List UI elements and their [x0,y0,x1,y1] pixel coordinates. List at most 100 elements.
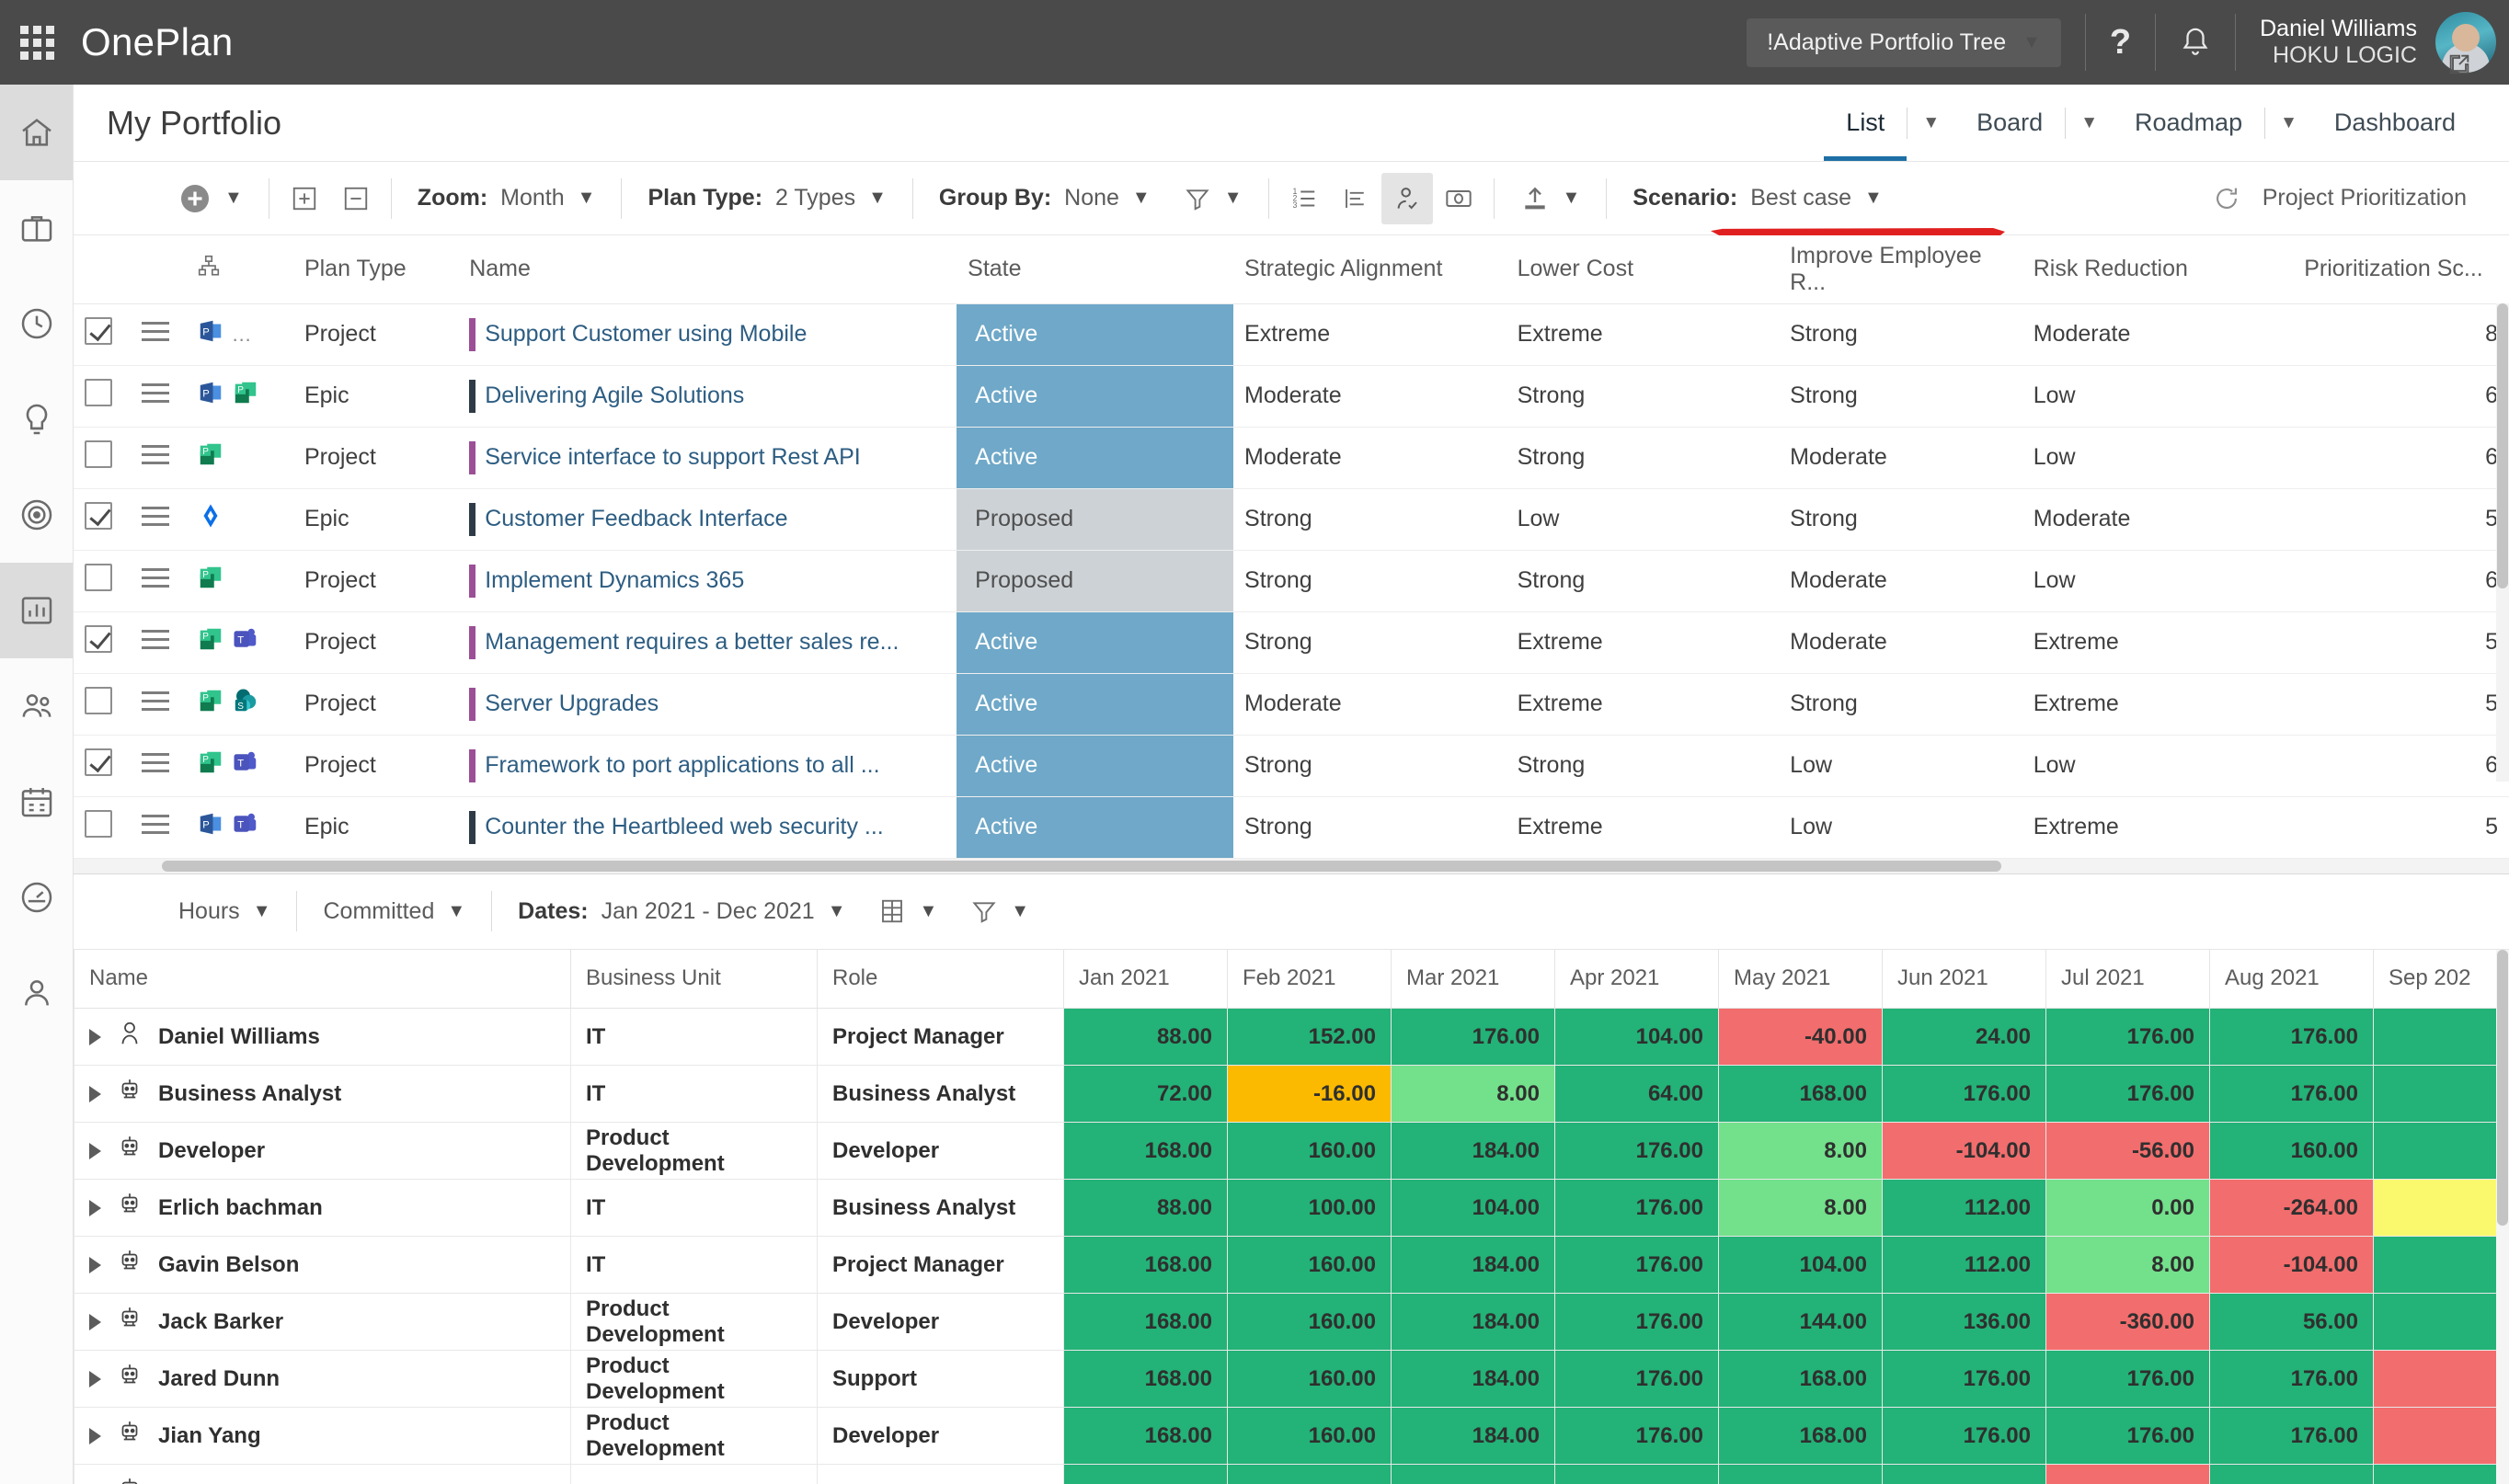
cell-resource-name[interactable]: Jack Barker [74,1293,571,1351]
tab-list[interactable]: List ▼ [1824,85,1954,161]
cell-resource-name[interactable]: Developer [74,1122,571,1180]
cell-capacity[interactable]: -104.00 [1882,1122,2046,1180]
row-menu-icon[interactable] [141,686,169,716]
col-plan-type[interactable]: Plan Type [292,235,459,304]
col-state[interactable]: State [957,235,1234,304]
col-improve-employee[interactable]: Improve Employee R... [1779,235,2022,304]
cell-name[interactable]: Counter the Heartbleed web security ... [458,796,957,859]
cell-capacity[interactable]: 104.00 [1718,1236,1883,1294]
cell-capacity[interactable]: 112.00 [1882,1179,2046,1237]
resource-row[interactable]: Developer Product Development Developer 168… [74,1122,2509,1180]
row-menu-icon[interactable] [141,563,169,593]
row-menu-icon[interactable] [141,501,169,531]
cell-capacity[interactable]: 184.00 [1391,1407,1555,1465]
row-select-cell[interactable] [74,488,131,551]
cell-capacity[interactable]: 160.00 [1227,1350,1392,1408]
cell-capacity[interactable] [1227,1464,1392,1484]
col-prioritization-score[interactable]: Prioritization Sc... [2293,235,2509,304]
row-select-cell[interactable] [74,303,131,366]
col-month[interactable]: Jan 2021 [1063,949,1228,1009]
expand-row-icon[interactable] [89,1427,101,1444]
col-month[interactable]: Apr 2021 [1554,949,1719,1009]
cell-capacity[interactable]: 64.00 [1554,1065,1719,1123]
portfolio-selector[interactable]: !Adaptive Portfolio Tree ▼ [1747,17,2061,67]
row-menu-icon[interactable] [141,809,169,839]
col-risk-reduction[interactable]: Risk Reduction [2022,235,2294,304]
cell-capacity[interactable] [2373,1293,2509,1351]
cell-name[interactable]: Implement Dynamics 365 [458,550,957,612]
resource-filter-button[interactable]: ▼ [954,897,1046,925]
plan-name-link[interactable]: Support Customer using Mobile [485,321,807,348]
expand-row-icon[interactable] [89,1142,101,1159]
row-menu-cell[interactable] [130,673,186,736]
sidebar-item-financials[interactable] [0,754,73,850]
tab-list-caret-icon[interactable]: ▼ [1907,107,1954,139]
cell-capacity[interactable]: -56.00 [2045,1122,2210,1180]
cell-capacity[interactable] [2373,1464,2509,1484]
cell-capacity[interactable]: 168.00 [1718,1350,1883,1408]
cell-capacity[interactable] [2373,1065,2509,1123]
row-checkbox[interactable] [85,440,112,468]
cell-resource-name[interactable] [74,1464,571,1484]
cell-capacity[interactable] [2373,1122,2509,1180]
row-menu-icon[interactable] [141,316,169,347]
sidebar-item-home[interactable] [0,85,73,180]
cell-capacity[interactable]: 176.00 [1554,1179,1719,1237]
col-month[interactable]: Mar 2021 [1391,949,1555,1009]
plan-name-link[interactable]: Framework to port applications to all ..… [485,752,879,779]
cell-capacity[interactable]: 176.00 [1882,1350,2046,1408]
row-checkbox[interactable] [85,810,112,838]
notifications-button[interactable] [2180,25,2211,60]
tab-roadmap-caret-icon[interactable]: ▼ [2264,107,2312,139]
cell-capacity[interactable]: 104.00 [1554,1008,1719,1066]
cell-capacity[interactable] [1554,1464,1719,1484]
tab-board-caret-icon[interactable]: ▼ [2065,107,2113,139]
plan-name-link[interactable]: Delivering Agile Solutions [485,382,744,409]
cell-name[interactable]: Support Customer using Mobile [458,303,957,366]
zoom-selector[interactable]: Zoom: Month ▼ [401,185,613,211]
row-menu-icon[interactable] [141,624,169,655]
sidebar-item-ideas[interactable] [0,371,73,467]
resource-plan-button[interactable] [1381,172,1433,224]
cell-capacity[interactable]: 176.00 [2045,1350,2210,1408]
row-select-cell[interactable] [74,427,131,489]
cell-name[interactable]: Management requires a better sales re... [458,611,957,674]
row-menu-cell[interactable] [130,427,186,489]
table-row[interactable]: P Project Implement Dynamics 365 Proposed St… [74,550,2509,612]
commitment-selector[interactable]: Committed ▼ [306,898,482,925]
row-select-cell[interactable] [74,365,131,428]
numbered-list-button[interactable]: 123 [1278,173,1330,224]
cell-capacity[interactable]: 160.00 [1227,1407,1392,1465]
cell-capacity[interactable]: 160.00 [1227,1236,1392,1294]
cell-name[interactable]: Service interface to support Rest API [458,427,957,489]
group-by-selector[interactable]: Group By: None ▼ [922,185,1167,211]
cell-capacity[interactable]: 8.00 [2045,1236,2210,1294]
resource-row[interactable] [74,1464,2509,1484]
row-menu-cell[interactable] [130,796,186,859]
row-menu-cell[interactable] [130,488,186,551]
tab-board[interactable]: Board ▼ [1954,85,2113,161]
cell-capacity[interactable]: 176.00 [1554,1236,1719,1294]
cell-capacity[interactable]: 160.00 [2209,1122,2374,1180]
cell-resource-name[interactable]: Gavin Belson [74,1236,571,1294]
cell-capacity[interactable]: -104.00 [2209,1236,2374,1294]
cell-capacity[interactable]: 160.00 [1227,1293,1392,1351]
row-menu-icon[interactable] [141,748,169,778]
cell-capacity[interactable]: 184.00 [1391,1236,1555,1294]
cell-capacity[interactable]: 176.00 [2209,1350,2374,1408]
sidebar-item-reports[interactable] [0,563,73,658]
cell-capacity[interactable]: 176.00 [2209,1407,2374,1465]
cell-capacity[interactable]: 88.00 [1063,1008,1228,1066]
cell-resource-name[interactable]: Jian Yang [74,1407,571,1465]
expand-row-icon[interactable] [89,1370,101,1387]
cell-capacity[interactable]: 152.00 [1227,1008,1392,1066]
cell-capacity[interactable]: 184.00 [1391,1293,1555,1351]
cell-capacity[interactable] [2373,1236,2509,1294]
scenario-selector[interactable]: Scenario: Best case ▼ [1616,185,1899,211]
cell-capacity[interactable]: 176.00 [1554,1122,1719,1180]
table-row[interactable]: P… Project Support Customer using Mobile Ac… [74,303,2509,366]
col-role[interactable]: Role [817,949,1064,1009]
cell-capacity[interactable]: -264.00 [2209,1179,2374,1237]
cell-capacity[interactable]: -16.00 [1227,1065,1392,1123]
table-row[interactable]: P T Project Management requires a better sa… [74,611,2509,674]
